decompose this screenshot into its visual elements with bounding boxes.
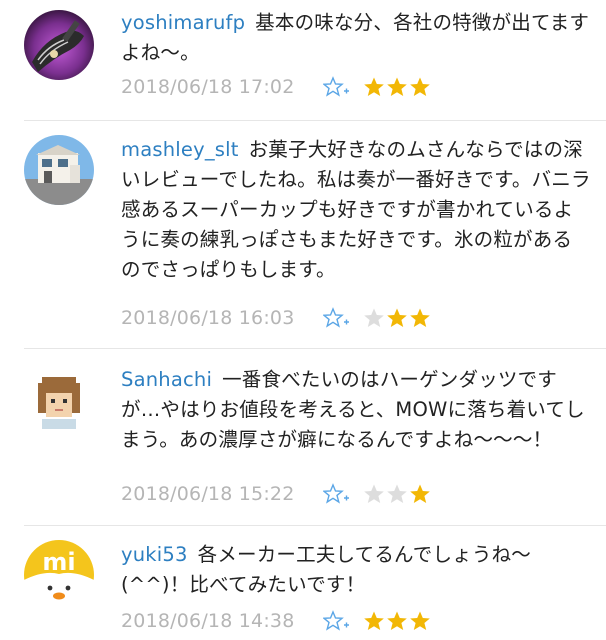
username-link[interactable]: mashley_slt	[121, 138, 239, 161]
username-link[interactable]: Sanhachi	[121, 368, 212, 391]
star-filled-icon	[409, 308, 430, 327]
avatar[interactable]: mi	[24, 540, 94, 610]
star-filled-icon	[386, 611, 407, 630]
comment-item: mi yuki53 各メーカー工夫してるんでしょうね～(^^)！比べてみたいです！…	[0, 526, 606, 640]
star-filled-icon	[386, 77, 407, 96]
star-filled-icon	[386, 308, 407, 327]
comment-meta: 2018/06/18 15:22	[121, 479, 432, 509]
avatar[interactable]	[24, 135, 94, 205]
add-star-icon[interactable]	[322, 483, 349, 505]
mi-logo-text: mi	[42, 548, 75, 576]
timestamp: 2018/06/18 15:22	[121, 483, 295, 505]
guitar-photo-icon	[24, 10, 94, 80]
comment-item: mashley_slt お菓子大好きなのムさんならではの深いレビューでしたね。私は…	[0, 121, 606, 349]
timestamp: 2018/06/18 14:38	[121, 610, 295, 632]
star-filled-icon	[409, 77, 430, 96]
star-empty-icon	[363, 484, 384, 503]
comment-item: Sanhachi 一番食べたいのはハーゲンダッツですが…やはりお値段を考えると、M…	[0, 349, 606, 526]
add-star-icon[interactable]	[322, 610, 349, 632]
star-filled-icon	[409, 484, 430, 503]
timestamp: 2018/06/18 16:03	[121, 307, 295, 329]
star-rating	[363, 610, 432, 632]
comment-body: yoshimarufp 基本の味な分、各社の特徴が出てますよね～。	[121, 8, 591, 68]
comment-body: yuki53 各メーカー工夫してるんでしょうね～(^^)！比べてみたいです！	[121, 540, 591, 600]
username-link[interactable]: yoshimarufp	[121, 11, 245, 34]
star-rating	[363, 76, 432, 98]
comment-item: yoshimarufp 基本の味な分、各社の特徴が出てますよね～。 2018/06…	[0, 0, 606, 121]
mi-logo-icon: mi	[24, 540, 94, 610]
avatar[interactable]	[24, 365, 94, 435]
star-filled-icon	[363, 611, 384, 630]
star-filled-icon	[363, 77, 384, 96]
star-rating	[363, 483, 432, 505]
add-star-icon[interactable]	[322, 307, 349, 329]
add-star-icon[interactable]	[322, 76, 349, 98]
comment-meta: 2018/06/18 16:03	[121, 303, 432, 333]
pixel-face-icon	[24, 365, 94, 435]
avatar[interactable]	[24, 10, 94, 80]
star-empty-icon	[386, 484, 407, 503]
comment-meta: 2018/06/18 17:02	[121, 72, 432, 102]
comment-meta: 2018/06/18 14:38	[121, 606, 432, 636]
house-photo-icon	[24, 135, 94, 205]
comment-body: mashley_slt お菓子大好きなのムさんならではの深いレビューでしたね。私は…	[121, 135, 591, 285]
star-rating	[363, 307, 432, 329]
username-link[interactable]: yuki53	[121, 543, 188, 566]
star-empty-icon	[363, 308, 384, 327]
timestamp: 2018/06/18 17:02	[121, 76, 295, 98]
star-filled-icon	[409, 611, 430, 630]
comment-body: Sanhachi 一番食べたいのはハーゲンダッツですが…やはりお値段を考えると、M…	[121, 365, 591, 455]
